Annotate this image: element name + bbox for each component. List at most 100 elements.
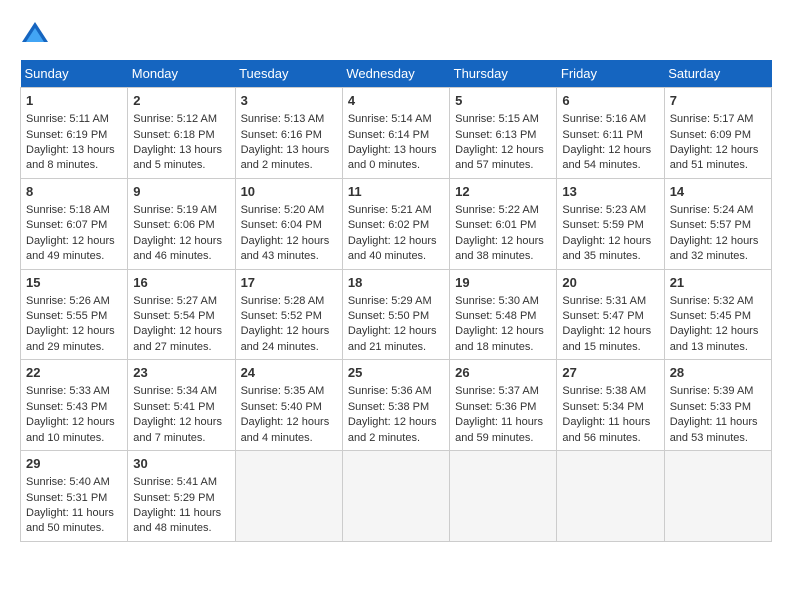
calendar-cell xyxy=(450,451,557,542)
day-info-line: Sunrise: 5:27 AM xyxy=(133,294,229,309)
day-info-line: and 38 minutes. xyxy=(455,249,551,264)
day-info-line: Daylight: 12 hours xyxy=(26,234,122,249)
day-number: 23 xyxy=(133,364,229,382)
day-number: 20 xyxy=(562,274,658,292)
day-info-line: Sunrise: 5:18 AM xyxy=(26,203,122,218)
day-info-line: Sunrise: 5:38 AM xyxy=(562,384,658,399)
day-number: 16 xyxy=(133,274,229,292)
day-info-line: Daylight: 12 hours xyxy=(455,324,551,339)
day-number: 12 xyxy=(455,183,551,201)
day-info-line: Sunrise: 5:36 AM xyxy=(348,384,444,399)
day-info-line: Sunrise: 5:14 AM xyxy=(348,112,444,127)
calendar-cell: 8Sunrise: 5:18 AMSunset: 6:07 PMDaylight… xyxy=(21,178,128,269)
day-info-line: and 51 minutes. xyxy=(670,158,766,173)
day-info-line: and 4 minutes. xyxy=(241,431,337,446)
day-info-line: and 35 minutes. xyxy=(562,249,658,264)
day-number: 29 xyxy=(26,455,122,473)
day-info-line: Sunset: 5:34 PM xyxy=(562,400,658,415)
day-info-line: Daylight: 12 hours xyxy=(241,415,337,430)
calendar-cell: 26Sunrise: 5:37 AMSunset: 5:36 PMDayligh… xyxy=(450,360,557,451)
day-info-line: Daylight: 13 hours xyxy=(133,143,229,158)
day-number: 11 xyxy=(348,183,444,201)
day-number: 28 xyxy=(670,364,766,382)
calendar-cell: 29Sunrise: 5:40 AMSunset: 5:31 PMDayligh… xyxy=(21,451,128,542)
day-info-line: Daylight: 11 hours xyxy=(670,415,766,430)
day-info-line: and 5 minutes. xyxy=(133,158,229,173)
day-info-line: Daylight: 12 hours xyxy=(670,234,766,249)
day-info-line: Daylight: 12 hours xyxy=(26,324,122,339)
day-info-line: and 57 minutes. xyxy=(455,158,551,173)
week-row-4: 22Sunrise: 5:33 AMSunset: 5:43 PMDayligh… xyxy=(21,360,772,451)
day-info-line: Sunset: 5:55 PM xyxy=(26,309,122,324)
day-info-line: and 59 minutes. xyxy=(455,431,551,446)
day-info-line: Sunrise: 5:41 AM xyxy=(133,475,229,490)
day-number: 9 xyxy=(133,183,229,201)
day-header-friday: Friday xyxy=(557,60,664,88)
day-number: 18 xyxy=(348,274,444,292)
day-info-line: and 18 minutes. xyxy=(455,340,551,355)
calendar-cell: 6Sunrise: 5:16 AMSunset: 6:11 PMDaylight… xyxy=(557,88,664,179)
day-info-line: Sunrise: 5:28 AM xyxy=(241,294,337,309)
day-number: 26 xyxy=(455,364,551,382)
day-info-line: Daylight: 11 hours xyxy=(562,415,658,430)
day-info-line: Sunrise: 5:11 AM xyxy=(26,112,122,127)
day-info-line: and 13 minutes. xyxy=(670,340,766,355)
calendar-cell: 1Sunrise: 5:11 AMSunset: 6:19 PMDaylight… xyxy=(21,88,128,179)
header-row: SundayMondayTuesdayWednesdayThursdayFrid… xyxy=(21,60,772,88)
day-info-line: Sunrise: 5:22 AM xyxy=(455,203,551,218)
day-info-line: Sunset: 5:38 PM xyxy=(348,400,444,415)
day-info-line: and 10 minutes. xyxy=(26,431,122,446)
day-number: 8 xyxy=(26,183,122,201)
calendar-cell: 2Sunrise: 5:12 AMSunset: 6:18 PMDaylight… xyxy=(128,88,235,179)
day-info-line: and 29 minutes. xyxy=(26,340,122,355)
day-info-line: Sunrise: 5:40 AM xyxy=(26,475,122,490)
day-info-line: Sunrise: 5:33 AM xyxy=(26,384,122,399)
day-info-line: Sunrise: 5:24 AM xyxy=(670,203,766,218)
day-info-line: Sunset: 5:50 PM xyxy=(348,309,444,324)
day-info-line: Daylight: 12 hours xyxy=(562,324,658,339)
day-number: 24 xyxy=(241,364,337,382)
day-info-line: and 2 minutes. xyxy=(241,158,337,173)
day-info-line: Sunrise: 5:30 AM xyxy=(455,294,551,309)
day-info-line: Daylight: 12 hours xyxy=(455,143,551,158)
day-info-line: and 2 minutes. xyxy=(348,431,444,446)
day-header-tuesday: Tuesday xyxy=(235,60,342,88)
day-info-line: Daylight: 12 hours xyxy=(348,415,444,430)
day-info-line: Daylight: 12 hours xyxy=(241,234,337,249)
day-info-line: and 27 minutes. xyxy=(133,340,229,355)
week-row-5: 29Sunrise: 5:40 AMSunset: 5:31 PMDayligh… xyxy=(21,451,772,542)
calendar-cell: 5Sunrise: 5:15 AMSunset: 6:13 PMDaylight… xyxy=(450,88,557,179)
day-info-line: Sunrise: 5:31 AM xyxy=(562,294,658,309)
calendar-cell: 18Sunrise: 5:29 AMSunset: 5:50 PMDayligh… xyxy=(342,269,449,360)
day-info-line: Daylight: 12 hours xyxy=(241,324,337,339)
week-row-2: 8Sunrise: 5:18 AMSunset: 6:07 PMDaylight… xyxy=(21,178,772,269)
day-info-line: Daylight: 13 hours xyxy=(26,143,122,158)
day-info-line: Sunrise: 5:13 AM xyxy=(241,112,337,127)
day-info-line: Sunset: 5:31 PM xyxy=(26,491,122,506)
day-number: 1 xyxy=(26,92,122,110)
calendar-cell: 19Sunrise: 5:30 AMSunset: 5:48 PMDayligh… xyxy=(450,269,557,360)
day-info-line: Sunrise: 5:12 AM xyxy=(133,112,229,127)
calendar-cell: 12Sunrise: 5:22 AMSunset: 6:01 PMDayligh… xyxy=(450,178,557,269)
day-number: 21 xyxy=(670,274,766,292)
day-number: 17 xyxy=(241,274,337,292)
day-info-line: and 50 minutes. xyxy=(26,521,122,536)
calendar-cell: 16Sunrise: 5:27 AMSunset: 5:54 PMDayligh… xyxy=(128,269,235,360)
day-info-line: Sunrise: 5:20 AM xyxy=(241,203,337,218)
day-info-line: Sunset: 5:54 PM xyxy=(133,309,229,324)
day-number: 5 xyxy=(455,92,551,110)
day-info-line: Sunset: 6:16 PM xyxy=(241,128,337,143)
day-header-saturday: Saturday xyxy=(664,60,771,88)
day-number: 30 xyxy=(133,455,229,473)
calendar-cell: 9Sunrise: 5:19 AMSunset: 6:06 PMDaylight… xyxy=(128,178,235,269)
logo xyxy=(20,20,52,50)
day-info-line: Sunset: 6:11 PM xyxy=(562,128,658,143)
logo-icon xyxy=(20,20,50,50)
day-info-line: Daylight: 12 hours xyxy=(348,324,444,339)
day-info-line: Sunrise: 5:15 AM xyxy=(455,112,551,127)
day-info-line: Sunset: 6:14 PM xyxy=(348,128,444,143)
day-info-line: Sunset: 5:36 PM xyxy=(455,400,551,415)
day-info-line: and 48 minutes. xyxy=(133,521,229,536)
calendar-cell: 23Sunrise: 5:34 AMSunset: 5:41 PMDayligh… xyxy=(128,360,235,451)
day-info-line: Daylight: 12 hours xyxy=(133,234,229,249)
